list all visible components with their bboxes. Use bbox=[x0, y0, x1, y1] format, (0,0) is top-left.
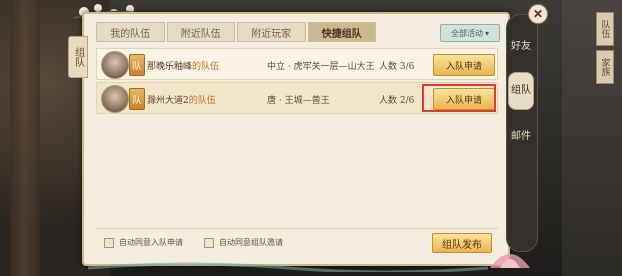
tab-nearby-teams[interactable]: 附近队伍 bbox=[166, 22, 235, 42]
right-tab-team[interactable]: 队伍 bbox=[596, 12, 614, 46]
count-label: 人数 bbox=[379, 96, 398, 106]
leader-name: 滁州大道2 bbox=[147, 96, 189, 106]
team-badge-icon: 队 bbox=[129, 54, 145, 76]
team-row[interactable]: 队 那晚乐釉峰的队伍 中立 · 虎牢关一层—山大王 人数 3/6 入队申请 bbox=[96, 48, 498, 80]
checkbox-box[interactable] bbox=[204, 237, 214, 248]
team-suffix: 的队伍 bbox=[192, 62, 220, 72]
activity-filter-dropdown[interactable]: 全部活动 ▾ bbox=[440, 24, 500, 42]
panel-side-tab[interactable]: 组队 bbox=[68, 36, 88, 78]
highlight-box bbox=[422, 84, 496, 112]
pillar bbox=[10, 0, 40, 276]
auto-accept-join-checkbox[interactable]: 自动同意入队申请 bbox=[104, 237, 183, 248]
nav-team[interactable]: 组队 bbox=[508, 72, 534, 110]
tab-nearby-players[interactable]: 附近玩家 bbox=[237, 22, 306, 42]
team-location: 唐 · 王城—兽王 bbox=[267, 96, 330, 106]
nav-mail[interactable]: 邮件 bbox=[508, 118, 534, 156]
chevron-down-icon: ▾ bbox=[484, 28, 489, 38]
count-value: 2/6 bbox=[399, 96, 415, 106]
team-badge-icon: 队 bbox=[129, 88, 145, 110]
team-location: 中立 · 虎牢关一层—山大王 bbox=[267, 62, 375, 72]
close-button[interactable]: ✕ bbox=[528, 4, 548, 24]
bottom-ornament bbox=[88, 262, 488, 272]
divider bbox=[96, 228, 498, 229]
team-member-count: 人数 3/6 bbox=[379, 59, 414, 72]
checkbox-label: 自动同意组队邀请 bbox=[219, 238, 283, 247]
count-value: 3/6 bbox=[399, 62, 415, 72]
team-suffix: 的队伍 bbox=[188, 96, 216, 106]
checkbox-label: 自动同意入队申请 bbox=[119, 238, 183, 247]
right-tab-family[interactable]: 家族 bbox=[596, 50, 614, 84]
count-label: 人数 bbox=[379, 62, 398, 72]
checkbox-box[interactable] bbox=[104, 237, 114, 248]
tab-my-team[interactable]: 我的队伍 bbox=[96, 22, 165, 42]
nav-friends[interactable]: 好友 bbox=[508, 28, 534, 66]
filter-label: 全部活动 bbox=[450, 28, 483, 38]
team-name: 滁州大道2的队伍 bbox=[147, 93, 216, 106]
auto-accept-invite-checkbox[interactable]: 自动同意组队邀请 bbox=[204, 237, 283, 248]
tab-quick-team[interactable]: 快捷组队 bbox=[307, 22, 376, 42]
leader-name: 那晚乐釉峰 bbox=[147, 62, 193, 72]
team-name: 那晚乐釉峰的队伍 bbox=[147, 59, 219, 72]
lotus-decoration bbox=[490, 254, 530, 268]
avatar bbox=[101, 51, 129, 79]
team-member-count: 人数 2/6 bbox=[379, 93, 414, 106]
join-request-button[interactable]: 入队申请 bbox=[433, 54, 495, 76]
tab-bar: 我的队伍 附近队伍 附近玩家 快捷组队 bbox=[96, 22, 378, 42]
avatar bbox=[101, 85, 129, 113]
close-icon: ✕ bbox=[532, 7, 544, 21]
